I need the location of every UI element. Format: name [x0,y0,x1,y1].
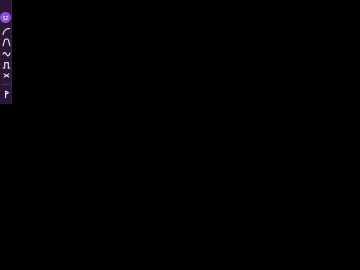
curve-tool-icon[interactable] [1,26,11,36]
wave-tool-icon[interactable] [1,48,11,58]
cross-tool-icon[interactable] [1,70,11,80]
flag-tool-icon[interactable] [1,89,11,99]
arc-tool-icon[interactable] [1,37,11,47]
toolbar-divider [2,84,10,85]
steps-tool-icon[interactable] [1,59,11,69]
smile-icon[interactable] [0,12,11,23]
vertical-toolbar [0,0,12,104]
